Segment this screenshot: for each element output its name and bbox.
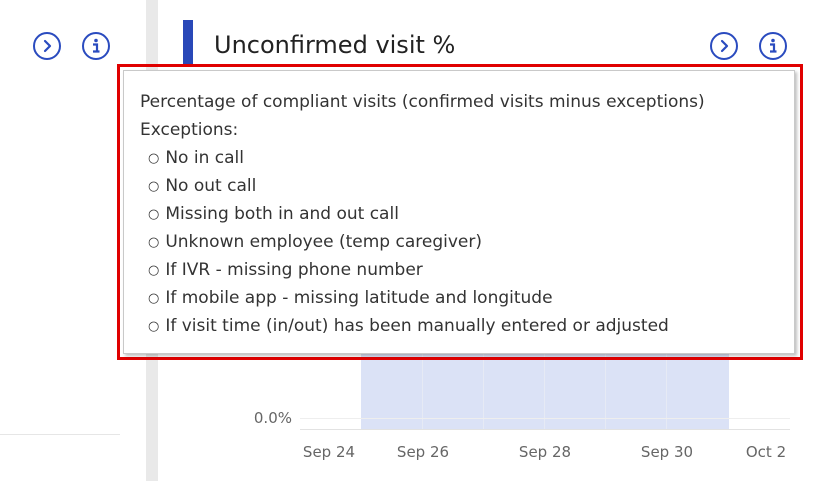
x-tick-label: Sep 28 xyxy=(518,443,572,461)
card-title: Unconfirmed visit % xyxy=(214,31,456,59)
chart-x-axis xyxy=(300,429,790,430)
tooltip-list-item: If IVR - missing phone number xyxy=(140,256,794,284)
tooltip-list-item: If visit time (in/out) has been manually… xyxy=(140,312,794,340)
x-tick-label: Sep 24 xyxy=(302,443,356,461)
x-tick-label: Oct 2 xyxy=(745,443,787,461)
left-divider xyxy=(0,434,120,435)
tooltip-list-item: Unknown employee (temp caregiver) xyxy=(140,228,794,256)
x-tick-label: Sep 30 xyxy=(640,443,694,461)
tooltip-list-item: No in call xyxy=(140,144,794,172)
info-icon[interactable] xyxy=(82,32,110,60)
y-tick-label: 0.0% xyxy=(253,409,292,427)
info-tooltip: Percentage of compliant visits (confirme… xyxy=(123,70,795,354)
tooltip-subheading: Exceptions: xyxy=(140,120,239,140)
tooltip-heading: Percentage of compliant visits (confirme… xyxy=(140,92,705,112)
chevron-right-circle-icon[interactable] xyxy=(710,32,738,60)
info-icon[interactable] xyxy=(759,32,787,60)
chart-zero-gridline xyxy=(300,418,790,419)
tooltip-list-item: Missing both in and out call xyxy=(140,200,794,228)
chevron-right-circle-icon[interactable] xyxy=(33,32,61,60)
x-tick-label: Sep 26 xyxy=(396,443,450,461)
tooltip-list-item: No out call xyxy=(140,172,794,200)
card-accent-bar xyxy=(183,20,193,64)
tooltip-list-item: If mobile app - missing latitude and lon… xyxy=(140,284,794,312)
